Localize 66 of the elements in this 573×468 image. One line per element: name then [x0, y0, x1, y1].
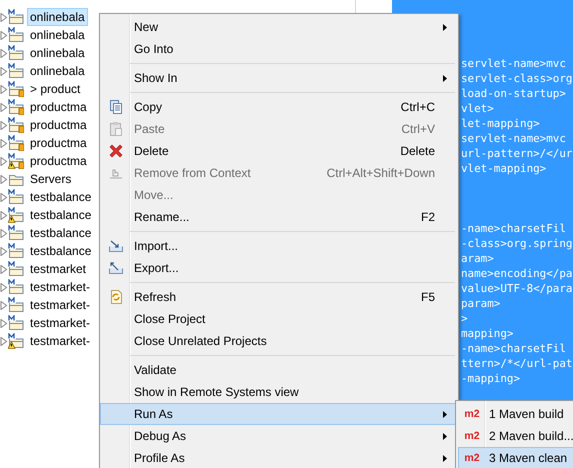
code-line: ttern>/*</url-pat	[461, 356, 573, 371]
project-name[interactable]: onlinebala	[27, 8, 88, 26]
project-name[interactable]: testbalance	[27, 206, 94, 224]
code-line: >	[461, 311, 469, 326]
menu-item[interactable]: Refresh F5	[100, 286, 456, 308]
menu-item[interactable]: Show In	[100, 67, 456, 89]
project-name[interactable]: > product	[27, 80, 84, 98]
menu-item[interactable]: m2 1 Maven build	[458, 403, 573, 425]
maven-label: m2	[463, 430, 481, 442]
code-line: -name>charsetFil	[461, 341, 567, 356]
project-name[interactable]: testmarket-	[27, 314, 94, 332]
refresh-icon	[108, 289, 124, 305]
code-line: url-pattern>/</ur	[461, 146, 573, 161]
project-name[interactable]: productma	[27, 98, 90, 116]
menu-item[interactable]: Export...	[100, 257, 456, 279]
project-name[interactable]: onlinebala	[27, 26, 88, 44]
menu-item[interactable]: Debug As	[100, 425, 456, 447]
menu-item[interactable]: Copy Ctrl+C	[100, 96, 456, 118]
export-icon	[108, 260, 124, 276]
code-line: vlet-mapping>	[461, 161, 548, 176]
code-line: -name>charsetFil	[461, 221, 567, 236]
code-line: name>encoding</pa	[461, 266, 573, 281]
menu-item[interactable]: Show in Remote Systems view	[100, 381, 456, 403]
code-line: load-on-startup>	[461, 86, 567, 101]
code-line: param>	[461, 296, 502, 311]
project-name[interactable]: Servers	[27, 170, 74, 188]
code-line: servlet-name>mvc	[461, 56, 567, 71]
delete-icon	[108, 143, 124, 159]
menu-item[interactable]: m2 3 Maven clean	[458, 447, 573, 468]
project-name[interactable]: testmarket	[27, 260, 90, 278]
maven-label: m2	[463, 408, 481, 420]
project-name[interactable]: testbalance	[27, 224, 94, 242]
import-icon	[108, 238, 124, 254]
project-name[interactable]: onlinebala	[27, 62, 88, 80]
menu-item[interactable]: Close Unrelated Projects	[100, 330, 456, 352]
project-name[interactable]: testmarket-	[27, 278, 94, 296]
menu-item[interactable]: m2 2 Maven build...	[458, 425, 573, 447]
menu-item[interactable]: Import...	[100, 235, 456, 257]
copy-icon	[108, 99, 124, 115]
menu-item[interactable]: Delete Delete	[100, 140, 456, 162]
project-name[interactable]: testbalance	[27, 242, 94, 260]
clipboard-icon	[108, 121, 124, 137]
code-line: let-mapping>	[461, 116, 541, 131]
project-name[interactable]: testmarket-	[27, 296, 94, 314]
project-name[interactable]: testmarket-	[27, 332, 94, 350]
maven-label: m2	[463, 452, 481, 464]
menu-item[interactable]: Run As	[100, 403, 456, 425]
menu-item[interactable]: New	[100, 16, 456, 38]
code-line: vlet>	[461, 101, 495, 116]
code-line: -class>org.spring	[461, 236, 573, 251]
menu-item[interactable]: Go Into	[100, 38, 456, 60]
code-line: -mapping>	[461, 371, 522, 386]
menu-item[interactable]: Profile As	[100, 447, 456, 468]
code-line: aram>	[461, 251, 495, 266]
project-name[interactable]: productma	[27, 134, 90, 152]
project-name[interactable]: onlinebala	[27, 44, 88, 62]
project-name[interactable]: productma	[27, 116, 90, 134]
menu-item[interactable]: Rename... F2	[100, 206, 456, 228]
code-line: value>UTF-8</para	[461, 281, 573, 296]
menu-item[interactable]: Close Project	[100, 308, 456, 330]
project-name[interactable]: productma	[27, 152, 90, 170]
menu-item[interactable]: Validate	[100, 359, 456, 381]
code-line: mapping>	[461, 326, 514, 341]
project-name[interactable]: testbalance	[27, 188, 94, 206]
code-line: servlet-name>mvc	[461, 131, 567, 146]
code-line: servlet-class>org	[461, 71, 573, 86]
